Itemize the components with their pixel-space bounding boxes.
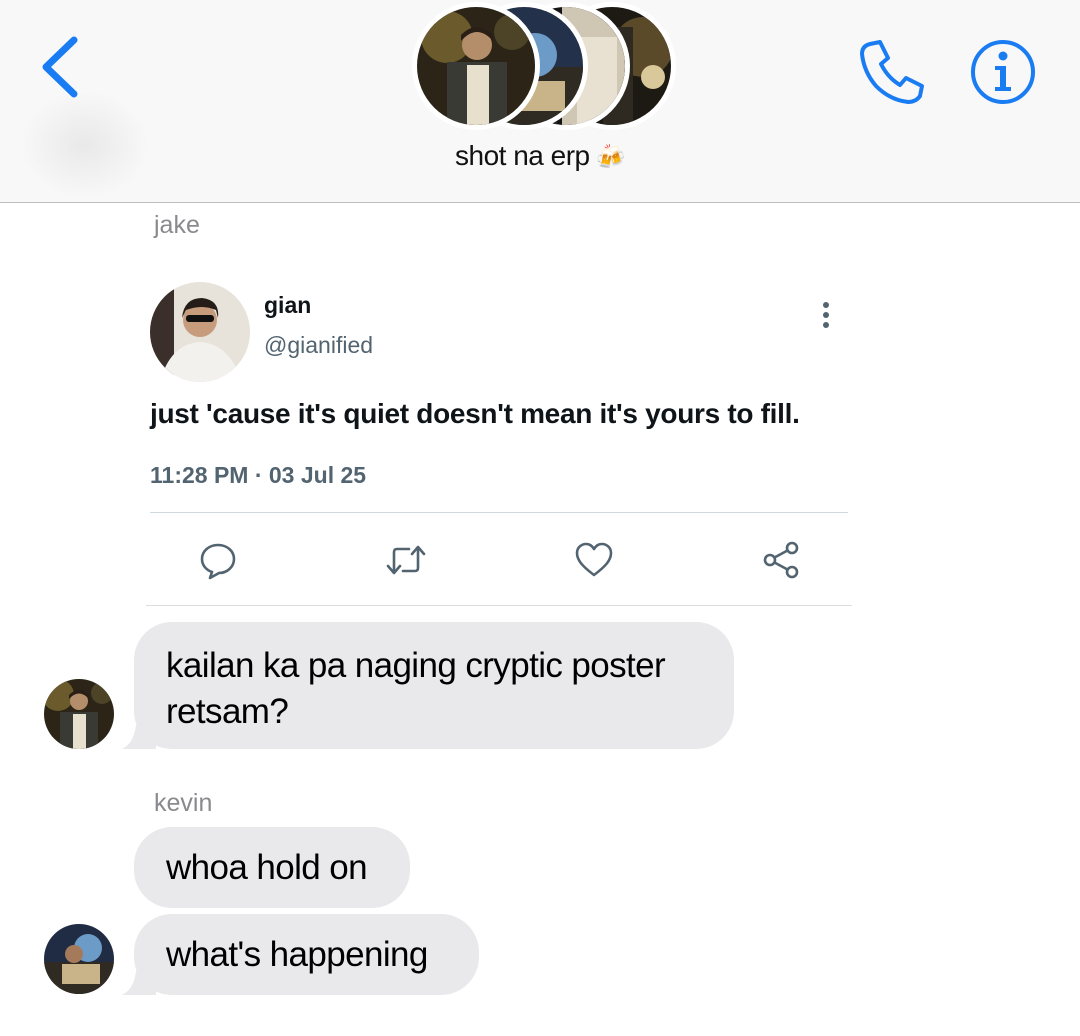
reply-button[interactable] (198, 540, 238, 580)
avatar-kevin[interactable] (44, 924, 114, 994)
message-bubble[interactable]: whoa hold on (134, 827, 410, 908)
retweet-button[interactable] (385, 540, 426, 580)
shared-tweet-card[interactable]: gian @gianified just 'cause it's quiet d… (146, 262, 852, 606)
bubble-tail (122, 719, 156, 749)
tweet-timestamp[interactable]: 11:28 PM · 03 Jul 25 (150, 462, 366, 489)
tweet-bottom-border (146, 605, 852, 606)
tweet-text: just 'cause it's quiet doesn't mean it's… (150, 398, 800, 429)
more-options-button[interactable] (814, 300, 838, 330)
message-text-line-1: kailan ka pa naging cryptic poster (166, 646, 666, 685)
phone-icon (860, 40, 924, 104)
reply-icon (200, 543, 236, 580)
call-button[interactable] (856, 36, 928, 106)
tweet-avatar[interactable] (150, 282, 250, 382)
share-icon (763, 541, 799, 579)
tweet-handle[interactable]: @gianified (264, 332, 373, 359)
group-title[interactable]: shot na erp 🍻 (0, 140, 1080, 172)
tweet-divider (150, 512, 848, 513)
message-text: whoa hold on (166, 848, 368, 887)
group-title-text: shot na erp (455, 140, 590, 171)
beer-emoji: 🍻 (595, 144, 626, 171)
like-button[interactable] (574, 540, 614, 580)
tweet-display-name[interactable]: gian (264, 292, 311, 319)
conversation-header: shot na erp 🍻 (0, 0, 1080, 203)
chevron-left-icon (42, 36, 78, 98)
group-avatar-stack[interactable] (412, 2, 676, 130)
back-button[interactable] (36, 32, 86, 102)
info-button[interactable] (968, 37, 1038, 107)
message-bubble[interactable]: kailan ka pa naging cryptic poster retsa… (122, 622, 734, 749)
sender-name-jake: jake (154, 211, 200, 239)
sender-name-kevin: kevin (154, 789, 213, 817)
group-avatar-1 (412, 2, 540, 130)
message-text-line-2: retsam? (166, 692, 289, 731)
bubble-tail (122, 965, 156, 995)
info-icon (971, 40, 1035, 104)
more-vertical-icon (823, 302, 829, 328)
message-bubble[interactable]: what's happening (122, 914, 479, 995)
message-text: what's happening (166, 935, 428, 974)
retweet-icon (386, 545, 426, 575)
share-button[interactable] (762, 540, 802, 580)
avatar-jake[interactable] (44, 679, 114, 749)
heart-icon (575, 542, 613, 577)
